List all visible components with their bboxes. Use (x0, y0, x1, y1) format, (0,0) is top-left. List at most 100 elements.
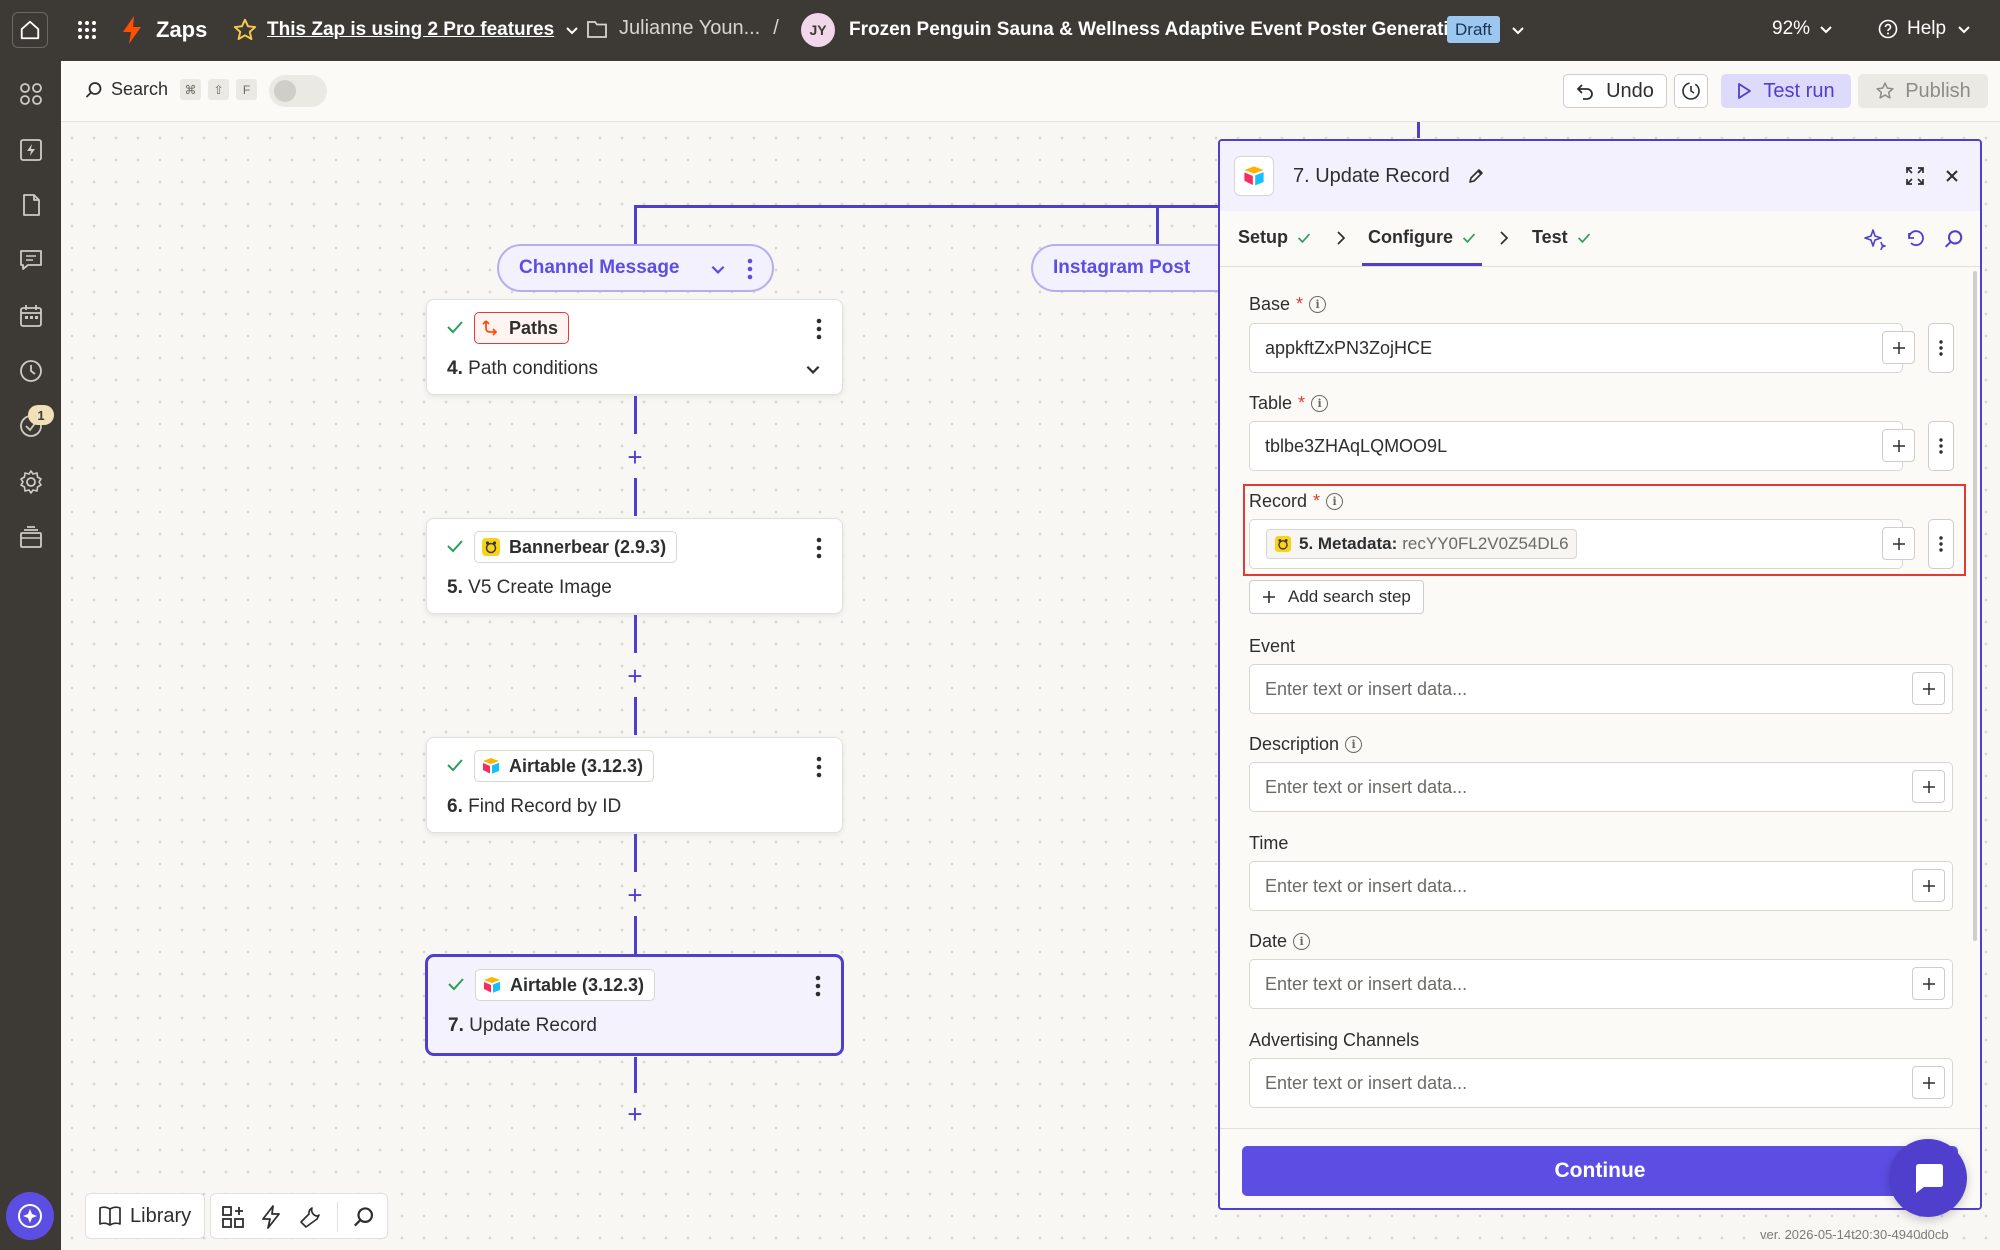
airtable-logo (1234, 156, 1274, 196)
history-icon (1682, 82, 1700, 100)
add-step-button[interactable]: + (623, 663, 647, 689)
add-search-step-button[interactable]: Add search step (1249, 580, 1424, 614)
zap-menu-button[interactable] (1510, 22, 1526, 38)
data-pill[interactable]: 5. Metadata: recYY0FL2V0Z54DL6 (1266, 529, 1577, 559)
field-options-button[interactable] (1928, 323, 1954, 373)
field-options-button[interactable] (1928, 421, 1954, 471)
add-step-button[interactable]: + (623, 1101, 647, 1127)
apps-icon[interactable] (18, 81, 44, 107)
date-field[interactable]: Enter text or insert data... (1249, 959, 1953, 1009)
canvas-toggle[interactable] (269, 75, 327, 107)
time-field[interactable]: Enter text or insert data... (1249, 861, 1953, 911)
table-field[interactable]: tblbe3ZHAqLQMOO9L (1249, 421, 1903, 471)
plus-icon (1892, 537, 1905, 550)
insert-data-button[interactable] (1882, 331, 1915, 364)
step-editor-panel: 7. Update Record Setup Configure Test Ba… (1218, 139, 1982, 1210)
bannerbear-icon (1274, 535, 1292, 553)
bolt-icon[interactable] (260, 1205, 282, 1229)
step-title: 6. Find Record by ID (447, 796, 622, 817)
wrench-icon[interactable] (298, 1205, 322, 1229)
zap-icon[interactable] (18, 137, 44, 163)
folder-breadcrumb[interactable]: Julianne Youn... / (586, 17, 779, 40)
close-icon[interactable] (1944, 168, 1960, 184)
record-field[interactable]: 5. Metadata: recYY0FL2V0Z54DL6 (1249, 519, 1903, 569)
left-sidebar: 1 (0, 61, 61, 1250)
scrollbar[interactable] (1973, 271, 1977, 941)
insert-data-button[interactable] (1912, 1066, 1945, 1099)
tab-setup[interactable]: Setup (1238, 227, 1312, 248)
assistant-button[interactable] (6, 1192, 54, 1240)
advertising-channels-field[interactable]: Enter text or insert data... (1249, 1058, 1953, 1108)
more-vertical-icon[interactable] (816, 756, 822, 778)
step-card-find-record[interactable]: Airtable (3.12.3) 6. Find Record by ID (426, 737, 843, 833)
history-button[interactable] (1674, 74, 1708, 108)
more-vertical-icon[interactable] (816, 318, 822, 340)
field-options-button[interactable] (1928, 519, 1954, 569)
test-run-button[interactable]: Test run (1721, 74, 1851, 108)
pro-features-link[interactable]: This Zap is using 2 Pro features (232, 17, 580, 43)
document-icon[interactable] (18, 192, 44, 218)
support-chat-button[interactable] (1889, 1139, 1967, 1217)
more-vertical-icon[interactable] (815, 975, 821, 997)
book-icon (99, 1206, 121, 1226)
connector-line (634, 205, 637, 245)
tab-configure[interactable]: Configure (1368, 227, 1477, 248)
app-grid-button[interactable] (76, 19, 98, 41)
path-pill-instagram-post[interactable]: Instagram Post (1031, 244, 1231, 292)
star-icon (1876, 82, 1894, 99)
insert-data-button[interactable] (1912, 672, 1945, 705)
history-icon[interactable] (18, 358, 44, 384)
zaps-link[interactable]: Zaps (120, 15, 207, 45)
search-icon[interactable] (353, 1206, 375, 1228)
zap-title[interactable]: Frozen Penguin Sauna & Wellness Adaptive… (849, 19, 1472, 41)
more-vertical-icon (1939, 438, 1943, 454)
undo-button[interactable]: Undo (1563, 74, 1667, 108)
shortcut-key: ⇧ (208, 79, 230, 100)
settings-icon[interactable] (18, 469, 44, 495)
library-button[interactable]: Library (85, 1193, 205, 1239)
insert-data-button[interactable] (1912, 770, 1945, 803)
chevron-down-icon[interactable] (709, 260, 727, 278)
chevron-down-icon[interactable] (804, 360, 822, 378)
search-label: Search (111, 79, 169, 99)
more-vertical-icon[interactable] (747, 258, 753, 280)
insert-data-button[interactable] (1882, 429, 1915, 462)
help-label: Help (1907, 18, 1947, 39)
edit-pencil-icon[interactable] (1467, 167, 1485, 185)
step-card-bannerbear[interactable]: Bannerbear (2.9.3) 5. V5 Create Image (426, 518, 843, 614)
event-field[interactable]: Enter text or insert data... (1249, 664, 1953, 714)
data-pill-step: 5. Metadata: (1299, 534, 1398, 553)
insert-data-button[interactable] (1912, 967, 1945, 1000)
zoom-select[interactable]: 92% (1772, 18, 1834, 40)
publish-button[interactable]: Publish (1858, 74, 1988, 108)
search-button[interactable]: Search ⌘ ⇧ F (85, 79, 258, 100)
step-card-update-record[interactable]: Airtable (3.12.3) 7. Update Record (426, 955, 843, 1055)
description-field[interactable]: Enter text or insert data... (1249, 762, 1953, 812)
avatar[interactable]: JY (801, 13, 835, 47)
panel-title[interactable]: 7. Update Record (1293, 165, 1450, 188)
bolt-icon (123, 16, 141, 44)
path-pill-label: Channel Message (519, 257, 680, 278)
tab-test[interactable]: Test (1532, 227, 1592, 248)
home-button[interactable] (12, 12, 48, 48)
ai-sparkle-icon[interactable] (1864, 228, 1886, 250)
search-icon[interactable] (1944, 229, 1964, 249)
add-step-button[interactable]: + (623, 882, 647, 908)
chevron-down-icon (1958, 26, 1970, 34)
refresh-icon[interactable] (1905, 229, 1925, 249)
expand-icon[interactable] (1905, 166, 1925, 186)
insert-data-button[interactable] (1912, 869, 1945, 902)
add-step-button[interactable]: + (623, 444, 647, 470)
step-card-paths[interactable]: Paths 4. Path conditions (426, 299, 843, 395)
base-field[interactable]: appkftZxPN3ZojHCE (1249, 323, 1903, 373)
help-button[interactable]: Help (1878, 18, 1972, 40)
chat-icon[interactable] (18, 247, 44, 273)
insert-data-button[interactable] (1882, 527, 1915, 560)
more-vertical-icon[interactable] (816, 537, 822, 559)
layers-icon[interactable] (18, 524, 44, 550)
check-icon (1297, 233, 1311, 243)
continue-button[interactable]: Continue (1242, 1146, 1958, 1196)
apps-add-icon[interactable] (221, 1205, 245, 1229)
calendar-icon[interactable] (18, 303, 44, 329)
path-pill-channel-message[interactable]: Channel Message (497, 244, 774, 292)
